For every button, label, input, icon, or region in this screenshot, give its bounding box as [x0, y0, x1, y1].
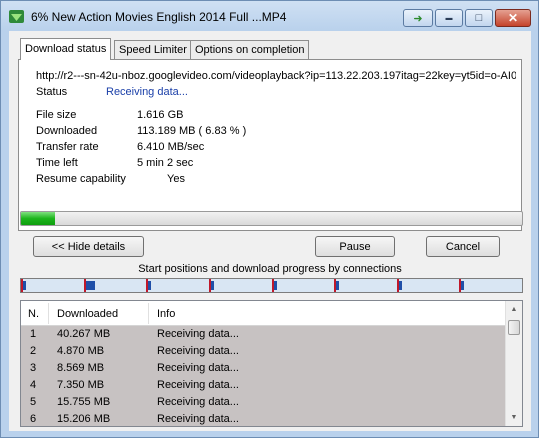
row-downloaded: 15.755 MB [57, 396, 111, 408]
file-size-label: File size [36, 109, 77, 121]
time-left-label: Time left [36, 157, 78, 169]
row-number: 5 [30, 396, 37, 408]
scroll-thumb[interactable] [508, 320, 520, 335]
row-info: Receiving data... [157, 362, 239, 374]
tab-label: Download status [25, 43, 107, 55]
row-info: Receiving data... [157, 413, 239, 425]
resume-capability-label: Resume capability [36, 173, 126, 185]
file-size-value: 1.616 GB [137, 109, 184, 121]
download-url: http://r2---sn-42u-nboz.googlevideo.com/… [36, 70, 516, 82]
row-number: 2 [30, 345, 37, 357]
column-header-n[interactable]: N. [28, 308, 39, 320]
minimize-button[interactable]: ▬ [435, 9, 463, 27]
connections-progress-bar [20, 278, 523, 293]
downloaded-label: Downloaded [36, 125, 98, 137]
row-number: 4 [30, 379, 37, 391]
pause-button[interactable]: Pause [315, 236, 395, 257]
row-downloaded: 15.206 MB [57, 413, 111, 425]
row-downloaded: 8.569 MB [57, 362, 105, 374]
minimize-to-tray-button[interactable]: ➜ [403, 9, 433, 27]
table-row[interactable]: 1 40.267 MB Receiving data... [21, 326, 507, 343]
download-status-panel: http://r2---sn-42u-nboz.googlevideo.com/… [18, 59, 522, 231]
resume-capability-value: Yes [167, 173, 185, 185]
row-number: 3 [30, 362, 37, 374]
cancel-label: Cancel [445, 241, 481, 253]
downloaded-value: 113.189 MB ( 6.83 % ) [137, 125, 247, 137]
time-left-value: 5 min 2 sec [137, 157, 194, 169]
table-header: N. Downloaded Info [21, 301, 507, 326]
scroll-up-icon[interactable]: ▲ [506, 301, 522, 318]
connection-progress-fill [148, 281, 151, 290]
cancel-button[interactable]: Cancel [426, 236, 500, 257]
download-window: 6% New Action Movies English 2014 Full .… [0, 0, 539, 438]
row-number: 1 [30, 328, 37, 340]
connection-progress-fill [461, 281, 464, 290]
connection-progress-fill [23, 281, 26, 290]
column-divider[interactable] [148, 303, 149, 324]
row-info: Receiving data... [157, 328, 239, 340]
tab-label: Options on completion [195, 44, 305, 56]
connections-table: N. Downloaded Info 1 40.267 MB Receiving… [20, 300, 523, 427]
status-label: Status [36, 86, 68, 98]
connection-progress-fill [211, 281, 214, 290]
tray-arrow-icon: ➜ [413, 12, 423, 25]
row-info: Receiving data... [157, 345, 239, 357]
row-number: 6 [30, 413, 37, 425]
transfer-rate-label: Transfer rate [36, 141, 99, 153]
close-icon: ✕ [507, 11, 519, 25]
column-header-downloaded[interactable]: Downloaded [57, 308, 118, 320]
app-icon [9, 10, 24, 23]
connections-caption: Start positions and download progress by… [138, 263, 402, 275]
row-info: Receiving data... [157, 396, 239, 408]
connection-progress-fill [336, 281, 339, 290]
download-progress-fill [21, 212, 56, 225]
row-downloaded: 4.870 MB [57, 345, 105, 357]
hide-details-button[interactable]: << Hide details [33, 236, 144, 257]
column-header-info[interactable]: Info [157, 308, 175, 320]
scroll-down-icon[interactable]: ▼ [506, 409, 522, 426]
window-title: 6% New Action Movies English 2014 Full .… [31, 10, 287, 24]
table-row[interactable]: 2 4.870 MB Receiving data... [21, 343, 507, 360]
dialog-body: Download status Speed Limiter Options on… [9, 31, 531, 431]
tab-speed-limiter[interactable]: Speed Limiter [114, 40, 192, 59]
connection-progress-fill [399, 281, 402, 290]
tab-label: Speed Limiter [119, 44, 187, 56]
transfer-rate-value: 6.410 MB/sec [137, 141, 205, 153]
table-row[interactable]: 4 7.350 MB Receiving data... [21, 377, 507, 394]
connection-progress-fill [86, 281, 95, 290]
title-bar[interactable]: 6% New Action Movies English 2014 Full .… [1, 1, 538, 31]
pause-label: Pause [339, 241, 371, 253]
row-downloaded: 40.267 MB [57, 328, 111, 340]
vertical-scrollbar[interactable]: ▲ ▼ [505, 301, 522, 426]
table-row[interactable]: 3 8.569 MB Receiving data... [21, 360, 507, 377]
close-button[interactable]: ✕ [495, 9, 531, 27]
minimize-icon: ▬ [445, 14, 453, 22]
row-info: Receiving data... [157, 379, 239, 391]
table-row[interactable]: 5 15.755 MB Receiving data... [21, 394, 507, 411]
column-divider[interactable] [48, 303, 49, 324]
maximize-icon: □ [475, 12, 483, 24]
tab-download-status[interactable]: Download status [20, 38, 112, 60]
hide-details-label: << Hide details [51, 241, 126, 253]
row-downloaded: 7.350 MB [57, 379, 105, 391]
maximize-button[interactable]: □ [465, 9, 493, 27]
status-value: Receiving data... [106, 86, 188, 98]
tab-options-on-completion[interactable]: Options on completion [190, 40, 310, 59]
connection-progress-fill [274, 281, 277, 290]
table-row[interactable]: 6 15.206 MB Receiving data... [21, 411, 507, 426]
download-progress-bar [20, 211, 523, 226]
